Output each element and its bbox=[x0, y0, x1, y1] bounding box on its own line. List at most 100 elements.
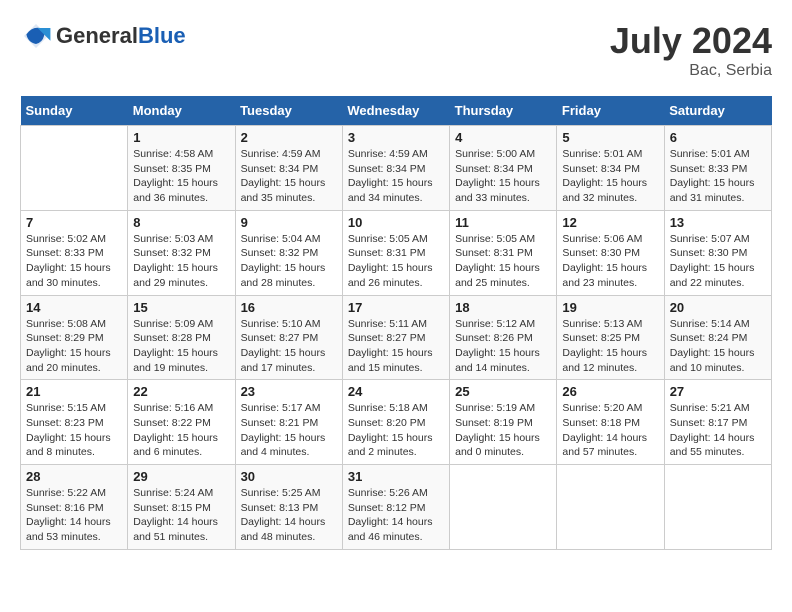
calendar-cell: 16 Sunrise: 5:10 AMSunset: 8:27 PMDayligh… bbox=[235, 295, 342, 380]
day-number: 2 bbox=[241, 130, 337, 145]
day-number: 17 bbox=[348, 300, 444, 315]
calendar-cell: 4Sunrise: 5:00 AMSunset: 8:34 PMDaylight… bbox=[450, 126, 557, 211]
weekday-header-monday: Monday bbox=[128, 96, 235, 126]
calendar-cell: 2 Sunrise: 4:59 AMSunset: 8:34 PMDaylight… bbox=[235, 126, 342, 211]
day-info: Sunrise: 5:12 AMSunset: 8:26 PMDaylight:… bbox=[455, 317, 551, 376]
day-info: Sunrise: 5:17 AMSunset: 8:21 PMDaylight:… bbox=[241, 401, 337, 460]
day-info: Sunrise: 5:02 AMSunset: 8:33 PMDaylight:… bbox=[26, 232, 122, 291]
day-info: Sunrise: 5:09 AMSunset: 8:28 PMDaylight:… bbox=[133, 317, 229, 376]
day-number: 9 bbox=[241, 215, 337, 230]
calendar-cell: 3Sunrise: 4:59 AMSunset: 8:34 PMDaylight… bbox=[342, 126, 449, 211]
day-number: 6 bbox=[670, 130, 766, 145]
calendar-cell: 25 Sunrise: 5:19 AMSunset: 8:19 PMDayligh… bbox=[450, 380, 557, 465]
day-info: Sunrise: 5:26 AMSunset: 8:12 PMDaylight:… bbox=[348, 486, 444, 545]
day-info: Sunrise: 5:05 AMSunset: 8:31 PMDaylight:… bbox=[455, 232, 551, 291]
logo-general: General bbox=[56, 24, 138, 48]
day-info: Sunrise: 5:21 AMSunset: 8:17 PMDaylight:… bbox=[670, 401, 766, 460]
calendar-cell: 28Sunrise: 5:22 AMSunset: 8:16 PMDayligh… bbox=[21, 465, 128, 550]
calendar-cell: 22Sunrise: 5:16 AMSunset: 8:22 PMDayligh… bbox=[128, 380, 235, 465]
day-info: Sunrise: 5:00 AMSunset: 8:34 PMDaylight:… bbox=[455, 147, 551, 206]
page-header: General Blue July 2024 Bac, Serbia bbox=[20, 20, 772, 80]
calendar-table: SundayMondayTuesdayWednesdayThursdayFrid… bbox=[20, 96, 772, 550]
day-number: 20 bbox=[670, 300, 766, 315]
weekday-header-row: SundayMondayTuesdayWednesdayThursdayFrid… bbox=[21, 96, 772, 126]
day-number: 7 bbox=[26, 215, 122, 230]
day-number: 11 bbox=[455, 215, 551, 230]
day-number: 23 bbox=[241, 384, 337, 399]
logo-blue: Blue bbox=[138, 24, 186, 48]
calendar-cell bbox=[21, 126, 128, 211]
calendar-cell: 18 Sunrise: 5:12 AMSunset: 8:26 PMDayligh… bbox=[450, 295, 557, 380]
day-number: 15 bbox=[133, 300, 229, 315]
day-info: Sunrise: 5:24 AMSunset: 8:15 PMDaylight:… bbox=[133, 486, 229, 545]
day-info: Sunrise: 5:04 AMSunset: 8:32 PMDaylight:… bbox=[241, 232, 337, 291]
weekday-header-thursday: Thursday bbox=[450, 96, 557, 126]
calendar-week-row: 28Sunrise: 5:22 AMSunset: 8:16 PMDayligh… bbox=[21, 465, 772, 550]
calendar-cell: 27Sunrise: 5:21 AMSunset: 8:17 PMDayligh… bbox=[664, 380, 771, 465]
day-info: Sunrise: 5:03 AMSunset: 8:32 PMDaylight:… bbox=[133, 232, 229, 291]
calendar-cell: 23 Sunrise: 5:17 AMSunset: 8:21 PMDayligh… bbox=[235, 380, 342, 465]
day-info: Sunrise: 5:14 AMSunset: 8:24 PMDaylight:… bbox=[670, 317, 766, 376]
calendar-cell: 17 Sunrise: 5:11 AMSunset: 8:27 PMDayligh… bbox=[342, 295, 449, 380]
logo: General Blue bbox=[20, 20, 186, 52]
calendar-cell: 1Sunrise: 4:58 AMSunset: 8:35 PMDaylight… bbox=[128, 126, 235, 211]
day-info: Sunrise: 5:19 AMSunset: 8:19 PMDaylight:… bbox=[455, 401, 551, 460]
calendar-week-row: 14 Sunrise: 5:08 AMSunset: 8:29 PMDayligh… bbox=[21, 295, 772, 380]
calendar-cell: 11 Sunrise: 5:05 AMSunset: 8:31 PMDayligh… bbox=[450, 210, 557, 295]
calendar-cell: 29 Sunrise: 5:24 AMSunset: 8:15 PMDayligh… bbox=[128, 465, 235, 550]
day-number: 25 bbox=[455, 384, 551, 399]
calendar-cell: 13 Sunrise: 5:07 AMSunset: 8:30 PMDayligh… bbox=[664, 210, 771, 295]
day-number: 18 bbox=[455, 300, 551, 315]
calendar-cell: 30Sunrise: 5:25 AMSunset: 8:13 PMDayligh… bbox=[235, 465, 342, 550]
calendar-cell: 19 Sunrise: 5:13 AMSunset: 8:25 PMDayligh… bbox=[557, 295, 664, 380]
day-number: 16 bbox=[241, 300, 337, 315]
day-info: Sunrise: 5:16 AMSunset: 8:22 PMDaylight:… bbox=[133, 401, 229, 460]
calendar-week-row: 7 Sunrise: 5:02 AMSunset: 8:33 PMDaylight… bbox=[21, 210, 772, 295]
day-number: 14 bbox=[26, 300, 122, 315]
day-number: 21 bbox=[26, 384, 122, 399]
day-number: 13 bbox=[670, 215, 766, 230]
day-info: Sunrise: 5:13 AMSunset: 8:25 PMDaylight:… bbox=[562, 317, 658, 376]
day-info: Sunrise: 5:10 AMSunset: 8:27 PMDaylight:… bbox=[241, 317, 337, 376]
day-number: 12 bbox=[562, 215, 658, 230]
calendar-cell: 15 Sunrise: 5:09 AMSunset: 8:28 PMDayligh… bbox=[128, 295, 235, 380]
day-info: Sunrise: 5:08 AMSunset: 8:29 PMDaylight:… bbox=[26, 317, 122, 376]
calendar-cell: 6Sunrise: 5:01 AMSunset: 8:33 PMDaylight… bbox=[664, 126, 771, 211]
day-info: Sunrise: 4:59 AMSunset: 8:34 PMDaylight:… bbox=[241, 147, 337, 206]
calendar-cell: 31Sunrise: 5:26 AMSunset: 8:12 PMDayligh… bbox=[342, 465, 449, 550]
calendar-cell: 10 Sunrise: 5:05 AMSunset: 8:31 PMDayligh… bbox=[342, 210, 449, 295]
day-number: 10 bbox=[348, 215, 444, 230]
day-number: 28 bbox=[26, 469, 122, 484]
day-info: Sunrise: 4:59 AMSunset: 8:34 PMDaylight:… bbox=[348, 147, 444, 206]
month-year: July 2024 bbox=[610, 20, 772, 62]
title-block: July 2024 Bac, Serbia bbox=[610, 20, 772, 80]
day-number: 5 bbox=[562, 130, 658, 145]
day-number: 24 bbox=[348, 384, 444, 399]
day-number: 1 bbox=[133, 130, 229, 145]
calendar-cell: 26 Sunrise: 5:20 AMSunset: 8:18 PMDayligh… bbox=[557, 380, 664, 465]
day-info: Sunrise: 5:20 AMSunset: 8:18 PMDaylight:… bbox=[562, 401, 658, 460]
calendar-cell: 9 Sunrise: 5:04 AMSunset: 8:32 PMDaylight… bbox=[235, 210, 342, 295]
calendar-cell: 5 Sunrise: 5:01 AMSunset: 8:34 PMDaylight… bbox=[557, 126, 664, 211]
day-number: 29 bbox=[133, 469, 229, 484]
day-info: Sunrise: 5:18 AMSunset: 8:20 PMDaylight:… bbox=[348, 401, 444, 460]
day-number: 30 bbox=[241, 469, 337, 484]
day-number: 26 bbox=[562, 384, 658, 399]
day-number: 19 bbox=[562, 300, 658, 315]
day-info: Sunrise: 5:11 AMSunset: 8:27 PMDaylight:… bbox=[348, 317, 444, 376]
calendar-cell bbox=[664, 465, 771, 550]
calendar-cell bbox=[557, 465, 664, 550]
calendar-cell: 7 Sunrise: 5:02 AMSunset: 8:33 PMDaylight… bbox=[21, 210, 128, 295]
day-info: Sunrise: 5:07 AMSunset: 8:30 PMDaylight:… bbox=[670, 232, 766, 291]
calendar-week-row: 21Sunrise: 5:15 AMSunset: 8:23 PMDayligh… bbox=[21, 380, 772, 465]
day-number: 8 bbox=[133, 215, 229, 230]
day-info: Sunrise: 5:01 AMSunset: 8:34 PMDaylight:… bbox=[562, 147, 658, 206]
calendar-cell: 20 Sunrise: 5:14 AMSunset: 8:24 PMDayligh… bbox=[664, 295, 771, 380]
weekday-header-friday: Friday bbox=[557, 96, 664, 126]
logo-text: General Blue bbox=[56, 24, 186, 48]
location: Bac, Serbia bbox=[610, 62, 772, 80]
calendar-week-row: 1Sunrise: 4:58 AMSunset: 8:35 PMDaylight… bbox=[21, 126, 772, 211]
weekday-header-wednesday: Wednesday bbox=[342, 96, 449, 126]
calendar-cell bbox=[450, 465, 557, 550]
day-info: Sunrise: 5:05 AMSunset: 8:31 PMDaylight:… bbox=[348, 232, 444, 291]
